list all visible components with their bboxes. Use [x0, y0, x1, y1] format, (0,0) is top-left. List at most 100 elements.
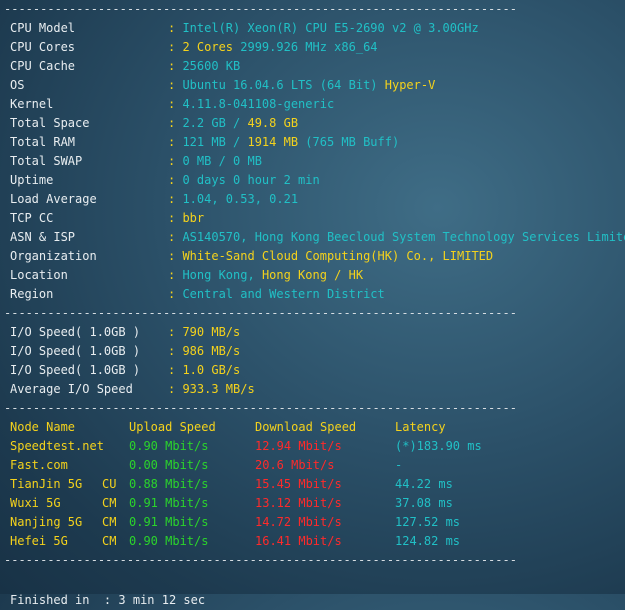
- upload-speed: 0.90 Mbit/s: [129, 439, 209, 453]
- sysinfo-label: CPU Cache: [10, 59, 76, 73]
- sysinfo-value: : Hong Kong, Hong Kong / HK: [168, 266, 363, 285]
- separator-line: ----------------------------------------…: [4, 2, 517, 16]
- value-part: Hong Kong,: [182, 268, 262, 282]
- colon-separator: :: [168, 325, 183, 339]
- node-name: Nanjing 5G: [10, 515, 83, 529]
- sysinfo-value: : 0 MB / 0 MB: [168, 152, 262, 171]
- value-part: 2999.926 MHz x86_64: [240, 40, 378, 54]
- separator-line: ----------------------------------------…: [4, 401, 517, 415]
- finished-label: Finished in: [10, 593, 90, 607]
- io-speed: 986 MB/s: [182, 344, 241, 358]
- separator-line: ----------------------------------------…: [4, 553, 517, 567]
- sysinfo-row: Kernel: 4.11.8-041108-generic: [10, 95, 334, 114]
- sysinfo-row: Region: Central and Western District: [10, 285, 385, 304]
- latency: -: [395, 458, 403, 472]
- sysinfo-label: CPU Cores: [10, 40, 76, 54]
- isp-code: CM: [102, 496, 117, 510]
- sysinfo-value: : 2 Cores 2999.926 MHz x86_64: [168, 38, 378, 57]
- value-part: 0 MB / 0 MB: [182, 154, 262, 168]
- finished-value: 3 min 12 sec: [118, 593, 206, 607]
- value-part: Central and Western District: [182, 287, 385, 301]
- download-speed: 12.94 Mbit/s: [255, 439, 342, 453]
- sysinfo-row: OS : Ubuntu 16.04.6 LTS (64 Bit) Hyper-V: [10, 76, 435, 95]
- sysinfo-label: Uptime: [10, 173, 54, 187]
- sysinfo-label: CPU Model: [10, 21, 76, 35]
- node-name: Fast.com: [10, 458, 68, 472]
- latency: (*)183.90 ms: [395, 439, 482, 453]
- isp-code: CM: [102, 534, 117, 548]
- sysinfo-row: Location: Hong Kong, Hong Kong / HK: [10, 266, 363, 285]
- sysinfo-row: CPU Cores: 2 Cores 2999.926 MHz x86_64: [10, 38, 378, 57]
- sysinfo-value: : Ubuntu 16.04.6 LTS (64 Bit) Hyper-V: [168, 76, 435, 95]
- header-upload: Upload Speed: [129, 420, 216, 434]
- colon-separator: :: [168, 230, 183, 244]
- colon-separator: :: [168, 135, 183, 149]
- sysinfo-label: Total SWAP: [10, 154, 83, 168]
- colon-separator: :: [168, 287, 183, 301]
- node-name: Hefei 5G: [10, 534, 68, 548]
- io-value: : 1.0 GB/s: [168, 361, 240, 380]
- sysinfo-value: : White-Sand Cloud Computing(HK) Co., LI…: [168, 247, 493, 266]
- sysinfo-label: OS: [10, 78, 25, 92]
- value-part: 121 MB /: [182, 135, 248, 149]
- colon-separator: :: [168, 21, 183, 35]
- download-speed: 15.45 Mbit/s: [255, 477, 342, 491]
- isp-code: CU: [102, 477, 117, 491]
- download-speed: 16.41 Mbit/s: [255, 534, 342, 548]
- upload-speed: 0.91 Mbit/s: [129, 515, 209, 529]
- colon-separator: :: [168, 211, 183, 225]
- value-part: AS140570, Hong Kong Beecloud System Tech…: [182, 230, 625, 244]
- value-part: 4.11.8-041108-generic: [182, 97, 335, 111]
- upload-speed: 0.91 Mbit/s: [129, 496, 209, 510]
- header-latency: Latency: [395, 420, 446, 434]
- io-value: : 933.3 MB/s: [168, 380, 255, 399]
- sysinfo-row: Total Space: 2.2 GB / 49.8 GB: [10, 114, 298, 133]
- sysinfo-row: CPU Model: Intel(R) Xeon(R) CPU E5-2690 …: [10, 19, 479, 38]
- sysinfo-row: ASN & ISP: AS140570, Hong Kong Beecloud …: [10, 228, 625, 247]
- value-part: 2.2 GB /: [182, 116, 248, 130]
- colon-separator: :: [168, 363, 183, 377]
- colon-separator: :: [168, 268, 183, 282]
- colon-separator: :: [168, 40, 183, 54]
- value-part: 2 Cores: [182, 40, 241, 54]
- colon-separator: :: [168, 344, 183, 358]
- colon-separator: :: [89, 593, 119, 607]
- isp-code: CM: [102, 515, 117, 529]
- sysinfo-value: : 0 days 0 hour 2 min: [168, 171, 320, 190]
- latency: 124.82 ms: [395, 534, 461, 548]
- colon-separator: :: [168, 192, 183, 206]
- value-part: White-Sand Cloud Computing(HK) Co., LIMI…: [182, 249, 494, 263]
- upload-speed: 0.00 Mbit/s: [129, 458, 209, 472]
- sysinfo-label: TCP CC: [10, 211, 54, 225]
- value-part: 25600 KB: [182, 59, 241, 73]
- colon-separator: :: [168, 154, 183, 168]
- sysinfo-row: Total RAM: 121 MB / 1914 MB (765 MB Buff…: [10, 133, 399, 152]
- colon-separator: :: [168, 116, 183, 130]
- download-speed: 14.72 Mbit/s: [255, 515, 342, 529]
- io-row: I/O Speed( 1.0GB ): 790 MB/s: [10, 323, 240, 342]
- value-part: Ubuntu 16.04.6 LTS (64 Bit): [182, 78, 385, 92]
- sysinfo-label: Total RAM: [10, 135, 76, 149]
- io-speed: 1.0 GB/s: [182, 363, 241, 377]
- io-value: : 790 MB/s: [168, 323, 240, 342]
- io-speed: 790 MB/s: [182, 325, 241, 339]
- header-download: Download Speed: [255, 420, 357, 434]
- sysinfo-row: TCP CC: bbr: [10, 209, 204, 228]
- sysinfo-row: Organization: White-Sand Cloud Computing…: [10, 247, 493, 266]
- value-part: 1.04, 0.53, 0.21: [182, 192, 299, 206]
- io-row: I/O Speed( 1.0GB ): 986 MB/s: [10, 342, 240, 361]
- separator-line: ----------------------------------------…: [4, 306, 517, 320]
- io-label: Average I/O Speed: [10, 382, 133, 396]
- sysinfo-label: Kernel: [10, 97, 54, 111]
- sysinfo-value: : 4.11.8-041108-generic: [168, 95, 334, 114]
- header-node: Node Name: [10, 420, 76, 434]
- io-row: I/O Speed( 1.0GB ): 1.0 GB/s: [10, 361, 240, 380]
- node-name: Speedtest.net: [10, 439, 104, 453]
- colon-separator: :: [168, 59, 183, 73]
- io-row: Average I/O Speed : 933.3 MB/s: [10, 380, 255, 399]
- sysinfo-value: : AS140570, Hong Kong Beecloud System Te…: [168, 228, 625, 247]
- sysinfo-value: : Intel(R) Xeon(R) CPU E5-2690 v2 @ 3.00…: [168, 19, 479, 38]
- colon-separator: :: [168, 97, 183, 111]
- value-part: Intel(R) Xeon(R) CPU E5-2690 v2 @ 3.00GH…: [182, 21, 479, 35]
- upload-speed: 0.90 Mbit/s: [129, 534, 209, 548]
